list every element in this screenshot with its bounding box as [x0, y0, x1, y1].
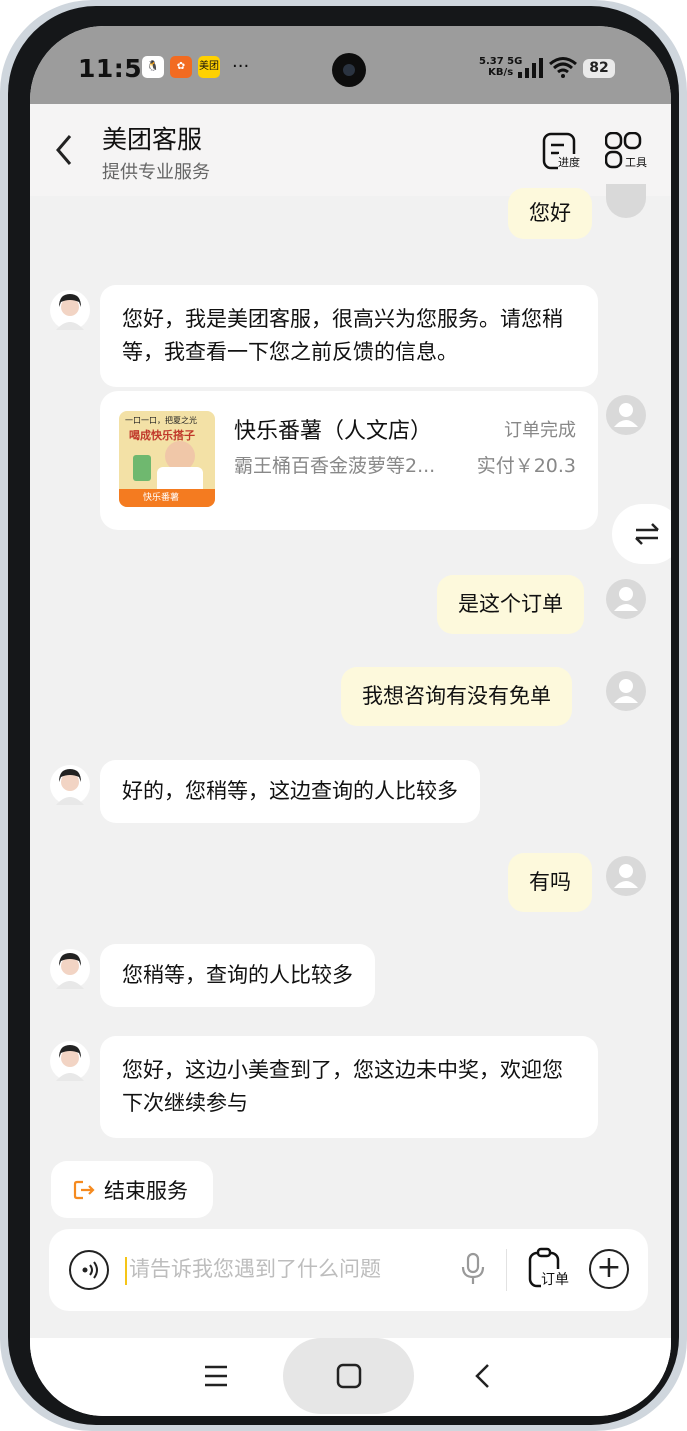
input-divider — [506, 1249, 507, 1291]
front-camera — [332, 53, 366, 87]
voice-mode-button[interactable] — [69, 1250, 109, 1290]
message-input-bar: 订单 + — [49, 1229, 648, 1311]
order-card[interactable]: 一口一口，把夏之光 喝成快乐搭子 快乐番薯 快乐番薯（人文店） 订单完成 霸王桶… — [100, 391, 598, 530]
shop-name: 快乐番薯（人文店） — [234, 419, 433, 444]
screen: 11:56 🐧 ✿ 美团 ··· 5.37 5G KB/s 82 美团客服 提供… — [30, 26, 671, 1416]
user-avatar — [606, 395, 646, 435]
user-avatar — [606, 579, 646, 619]
order-paid-amount: 实付￥20.3 — [476, 455, 576, 477]
home-icon[interactable] — [336, 1363, 362, 1389]
end-service-button[interactable]: 结束服务 — [51, 1161, 213, 1218]
agent-message: 您稍等，查询的人比较多 — [100, 944, 375, 1007]
meituan-icon: 美团 — [198, 56, 220, 78]
network-speed: 5.37 5G KB/s — [479, 56, 523, 78]
agent-message: 您好，我是美团客服，很高兴为您服务。请您稍等，我查看一下您之前反馈的信息。 — [100, 285, 598, 387]
menu-icon[interactable] — [203, 1364, 229, 1388]
agent-message: 好的，您稍等，这边查询的人比较多 — [100, 760, 480, 823]
status-bar: 11:56 🐧 ✿ 美团 ··· 5.37 5G KB/s 82 — [30, 26, 671, 104]
sound-wave-icon — [82, 1261, 98, 1279]
agent-message: 您好，这边小美查到了，您这边未中奖，欢迎您下次继续参与 — [100, 1036, 598, 1138]
agent-avatar — [50, 1041, 90, 1081]
page-title: 美团客服 — [102, 125, 203, 154]
swap-arrows-icon — [635, 523, 659, 545]
user-message: 我想咨询有没有免单 — [341, 667, 572, 726]
tools-button[interactable]: 工具 — [604, 131, 649, 176]
user-message: 是这个订单 — [437, 575, 584, 634]
back-nav-icon[interactable] — [472, 1362, 492, 1390]
more-notifications-icon: ··· — [232, 56, 250, 77]
system-nav-bar — [30, 1338, 671, 1416]
page-subtitle: 提供专业服务 — [102, 162, 210, 183]
agent-avatar — [50, 765, 90, 805]
progress-button[interactable]: 进度 — [542, 132, 586, 176]
order-items: 霸王桶百香金菠萝等2... — [234, 455, 436, 477]
user-message: 有吗 — [508, 853, 592, 912]
microphone-icon[interactable] — [460, 1252, 486, 1286]
agent-avatar — [50, 949, 90, 989]
agent-avatar — [50, 290, 90, 330]
order-thumbnail: 一口一口，把夏之光 喝成快乐搭子 快乐番薯 — [119, 411, 215, 507]
cell-signal-icon — [518, 58, 543, 78]
order-select-button[interactable]: 订单 — [527, 1247, 575, 1293]
order-select-label: 订单 — [541, 1269, 569, 1289]
chat-header: 美团客服 提供专业服务 进度 工具 — [30, 104, 671, 196]
phone-frame: 11:56 🐧 ✿ 美团 ··· 5.37 5G KB/s 82 美团客服 提供… — [0, 0, 687, 1431]
end-service-label: 结束服务 — [104, 1179, 188, 1203]
text-caret — [125, 1257, 127, 1285]
ant-forest-icon: ✿ — [170, 56, 192, 78]
user-avatar — [606, 671, 646, 711]
chat-app: 美团客服 提供专业服务 进度 工具 您好 您好，我是美团客服，很高兴为您服务。请… — [30, 104, 671, 1416]
switch-agent-button[interactable] — [612, 504, 671, 564]
message-input[interactable] — [129, 1249, 429, 1289]
user-avatar — [606, 184, 646, 218]
phone-bezel: 11:56 🐧 ✿ 美团 ··· 5.37 5G KB/s 82 美团客服 提供… — [8, 6, 679, 1425]
wifi-icon — [549, 57, 577, 78]
user-message: 您好 — [508, 188, 592, 239]
user-avatar — [606, 856, 646, 896]
progress-label: 进度 — [558, 154, 580, 170]
qq-icon: 🐧 — [142, 56, 164, 78]
plus-icon: + — [596, 1250, 622, 1285]
order-status: 订单完成 — [504, 420, 576, 441]
exit-icon — [73, 1180, 95, 1200]
back-arrow-icon[interactable] — [52, 132, 76, 172]
battery-indicator: 82 — [583, 59, 615, 78]
tools-label: 工具 — [625, 154, 647, 170]
more-actions-button[interactable]: + — [589, 1249, 629, 1289]
